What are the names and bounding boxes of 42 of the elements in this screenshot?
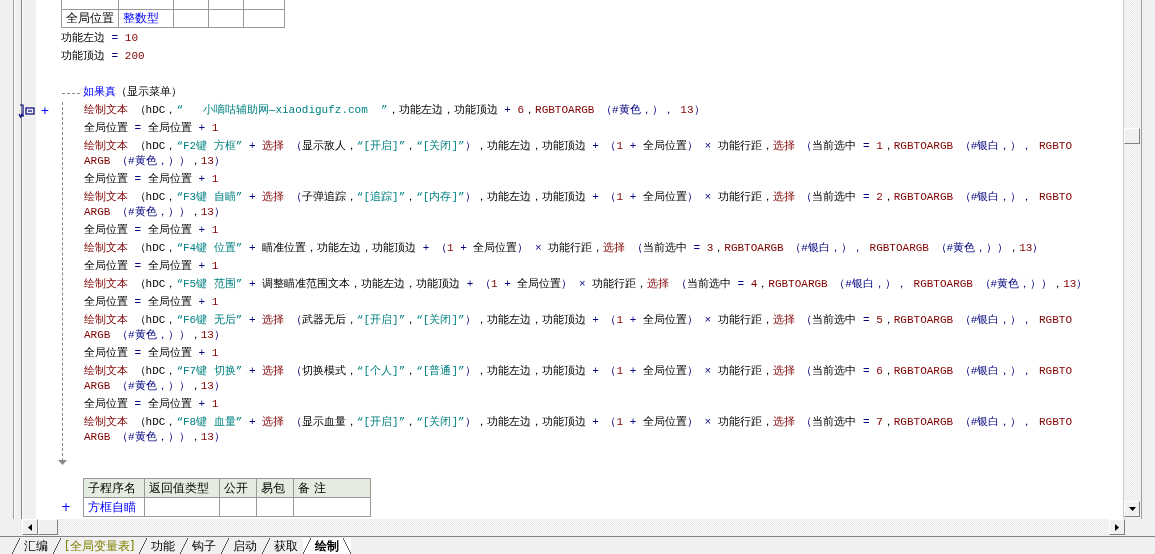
code-line: ARGB （#黄色，）），13）: [84, 430, 226, 445]
code-line: ARGB （#黄色，）），13）: [84, 154, 226, 169]
code-line: 绘制文本 （hDC，“F7键 切换” + 选择 （切换模式，“[个人]”，“[普通]”），功能左边，功能顶边 + （1 + 全局位置） × 功能行距，选择 （当前选中 = 6，RGBTOARGB （#银白，）， RGBTO: [84, 364, 1072, 379]
code-line: 功能左边 = 10: [61, 31, 138, 46]
tab[interactable]: 绘制: [303, 538, 352, 554]
code-line: 绘制文本 （hDC，“ 小嘀咕辅助网—xiaodigufz.com ”，功能左边，功能顶边 + 6，RGBTOARGB （#黄色，）， 13）: [84, 103, 705, 118]
code-line: 全局位置 = 全局位置 + 1: [84, 346, 219, 361]
column-header: 易包: [256, 478, 294, 498]
code-line: 全局位置 = 全局位置 + 1: [84, 295, 219, 310]
code-line: 全局位置 = 全局位置 + 1: [84, 121, 219, 136]
left-arrow-icon: [28, 523, 32, 531]
expand-sign[interactable]: +: [41, 104, 49, 118]
table-cell: 整数型: [118, 9, 174, 28]
table-cell: 全局位置: [61, 9, 119, 28]
scrollbar-thumb[interactable]: [38, 519, 58, 536]
code-line: 绘制文本 （hDC，“F3键 自瞄” + 选择 （子弹追踪，“[追踪]”，“[内存]”），功能左边，功能顶边 + （1 + 全局位置） × 功能行距，选择 （当前选中 = 2，RGBTOARGB （#银白，）， RGBTO: [84, 190, 1072, 205]
code-line: 绘制文本 （hDC，“F5键 范围” + 调整瞄准范围文本，功能左边，功能顶边 + （1 + 全局位置） × 功能行距，选择 （当前选中 = 4，RGBTOARGB （#银白，）， RGBTOARGB （#黄色，）），13）: [84, 277, 1088, 292]
code-line: 全局位置 = 全局位置 + 1: [84, 397, 219, 412]
column-header: 子程序名: [83, 478, 145, 498]
column-header: 备 注: [293, 478, 371, 498]
code-line: 绘制文本 （hDC，“F4键 位置” + 瞄准位置，功能左边，功能顶边 + （1 + 全局位置） × 功能行距，选择 （当前选中 = 3，RGBTOARGB （#银白，）， RGBTOARGB （#黄色，）），13）: [84, 241, 1044, 256]
scroll-right-button[interactable]: [1109, 519, 1125, 536]
column-header: 返回值类型: [144, 478, 220, 498]
column-header: 公开: [219, 478, 257, 498]
code-line: 全局位置 = 全局位置 + 1: [84, 172, 219, 187]
code-line: 功能顶边 = 200: [61, 49, 145, 64]
code-line: 绘制文本 （hDC，“F6键 无后” + 选择 （武器无后，“[开启]”，“[关闭]”），功能左边，功能顶边 + （1 + 全局位置） × 功能行距，选择 （当前选中 = 5，RGBTOARGB （#银白，）， RGBTO: [84, 313, 1072, 328]
right-arrow-icon: [1115, 523, 1119, 531]
code-line: ARGB （#黄色，）），13）: [84, 379, 226, 394]
scroll-down-button[interactable]: [1124, 501, 1140, 518]
code-line: 绘制文本 （hDC，“F8键 血量” + 选择 （显示血量，“[开启]”，“[关闭]”），功能左边，功能顶边 + （1 + 全局位置） × 功能行距，选择 （当前选中 = 7，RGBTOARGB （#银白，）， RGBTO: [84, 415, 1072, 430]
expand-sign[interactable]: +: [61, 500, 72, 515]
scroll-left-button[interactable]: [22, 519, 38, 536]
code-line: 全局位置 = 全局位置 + 1: [84, 259, 219, 274]
code-line: ARGB （#黄色，）），13）: [84, 205, 226, 220]
code-line: 绘制文本 （hDC，“F2键 方框” + 选择 （显示敌人，“[开启]”，“[关闭]”），功能左边，功能顶边 + （1 + 全局位置） × 功能行距，选择 （当前选中 = 1，RGBTOARGB （#银白，）， RGBTO: [84, 139, 1072, 154]
scrollbar-thumb[interactable]: [1124, 128, 1140, 144]
code-line: 如果真（显示菜单）: [83, 85, 182, 100]
code-line: ARGB （#黄色，）），13）: [84, 328, 226, 343]
table-cell: 方框自瞄: [83, 497, 145, 517]
down-arrow-icon: [1128, 507, 1136, 512]
code-line: 全局位置 = 全局位置 + 1: [84, 223, 219, 238]
